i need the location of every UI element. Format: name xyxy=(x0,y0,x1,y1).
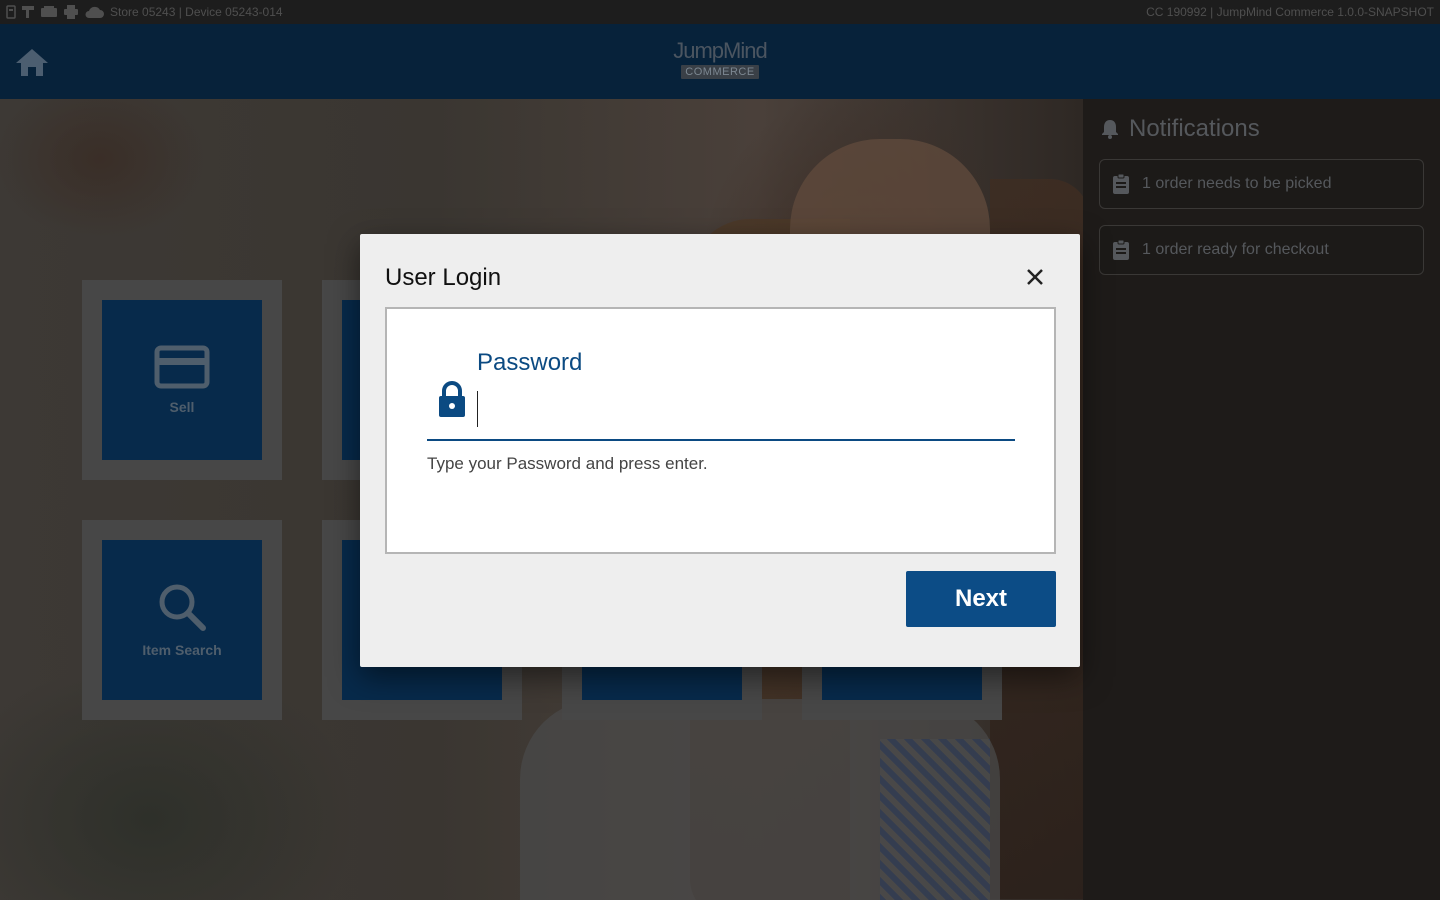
notifications-title-text: Notifications xyxy=(1129,115,1260,142)
search-icon xyxy=(159,584,206,631)
item-search-label: Item Search xyxy=(142,642,222,658)
close-button[interactable] xyxy=(1022,264,1048,290)
lock-icon xyxy=(439,381,465,417)
tile-sell: Sell xyxy=(82,280,282,480)
user-login-dialog: User Login Password Type your Password a… xyxy=(360,234,1080,667)
printer-icon xyxy=(64,5,78,19)
clipboard-icon xyxy=(1113,173,1129,194)
text-caret xyxy=(477,391,478,427)
bell-icon xyxy=(1102,120,1118,139)
notification-text: 1 order needs to be picked xyxy=(1142,175,1332,192)
credit-card-icon xyxy=(154,345,210,389)
status-bar: Store 05243 | Device 05243-014 CC 190992… xyxy=(0,0,1440,24)
login-form: Password Type your Password and press en… xyxy=(385,307,1056,554)
next-button[interactable]: Next xyxy=(906,571,1056,627)
notification-text: 1 order ready for checkout xyxy=(1142,241,1329,258)
clipboard-icon xyxy=(1113,239,1129,260)
app-header: JumpMind COMMERCE xyxy=(0,24,1440,99)
status-left: Store 05243 | Device 05243-014 xyxy=(6,5,283,19)
sell-button[interactable]: Sell xyxy=(102,300,262,460)
sell-label: Sell xyxy=(169,399,195,415)
notifications-panel: Notifications 1 order needs to be picked… xyxy=(1083,99,1440,900)
close-icon xyxy=(1027,269,1043,285)
device-icon xyxy=(6,5,16,19)
cash-drawer-icon xyxy=(41,6,57,17)
cloud-icon xyxy=(85,6,104,18)
home-button[interactable] xyxy=(14,46,50,78)
password-input[interactable] xyxy=(477,389,1007,429)
home-icon xyxy=(16,49,48,76)
logo-word: JumpMind xyxy=(673,38,767,63)
notification-item[interactable]: 1 order ready for checkout xyxy=(1099,225,1424,275)
tile-item-search: Item Search xyxy=(82,520,282,720)
notifications-title: Notifications xyxy=(1101,115,1260,143)
notification-item[interactable]: 1 order needs to be picked xyxy=(1099,159,1424,209)
password-label: Password xyxy=(477,349,583,376)
version-text: CC 190992 | JumpMind Commerce 1.0.0-SNAP… xyxy=(1146,5,1434,19)
scanner-icon xyxy=(22,6,34,18)
store-device-text: Store 05243 | Device 05243-014 xyxy=(110,5,283,19)
password-hint: Type your Password and press enter. xyxy=(427,454,708,473)
logo-sub: COMMERCE xyxy=(681,65,759,79)
jumpmind-logo: JumpMind COMMERCE xyxy=(670,38,770,84)
field-underline xyxy=(427,439,1015,441)
item-search-button[interactable]: Item Search xyxy=(102,540,262,700)
dialog-title: User Login xyxy=(385,264,502,291)
peripheral-status-icons xyxy=(6,5,104,19)
